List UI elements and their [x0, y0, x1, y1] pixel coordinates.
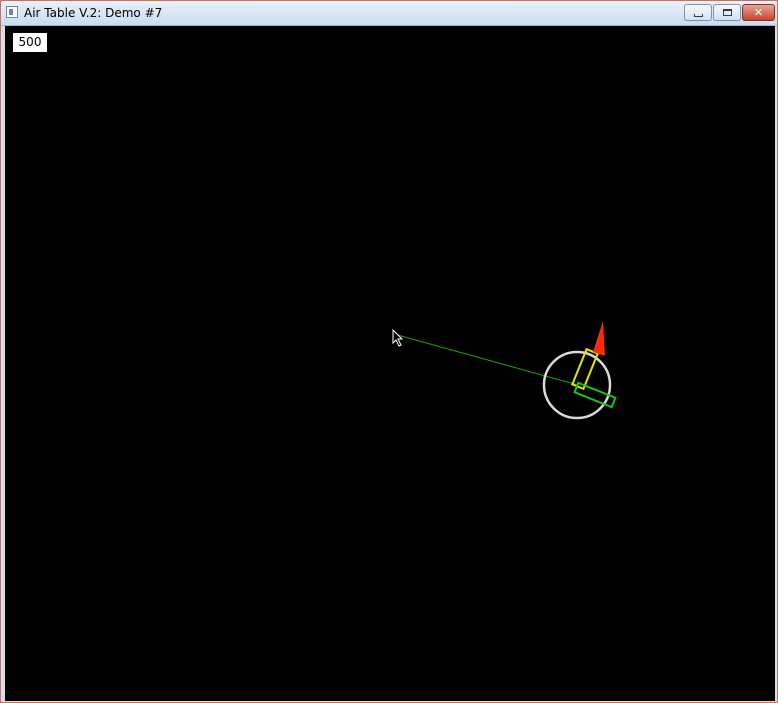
thruster-flame — [593, 321, 605, 356]
close-icon: ✕ — [753, 6, 764, 19]
title-bar[interactable]: Air Table V.2: Demo #7 ✕ — [1, 1, 777, 26]
minimize-icon — [693, 14, 703, 17]
scene-graphics — [392, 321, 617, 420]
mouse-cursor-icon — [392, 328, 404, 347]
trajectory-line — [393, 333, 579, 386]
maximize-icon — [722, 9, 732, 16]
close-button[interactable]: ✕ — [742, 4, 775, 21]
simulation-canvas[interactable]: 500 — [5, 26, 775, 701]
maximize-button[interactable] — [713, 4, 741, 21]
minimize-button[interactable] — [684, 4, 712, 21]
app-icon[interactable] — [6, 6, 18, 18]
app-window: Air Table V.2: Demo #7 ✕ 500 — [0, 0, 778, 703]
window-title: Air Table V.2: Demo #7 — [24, 6, 163, 20]
thruster-yellow — [571, 347, 599, 391]
